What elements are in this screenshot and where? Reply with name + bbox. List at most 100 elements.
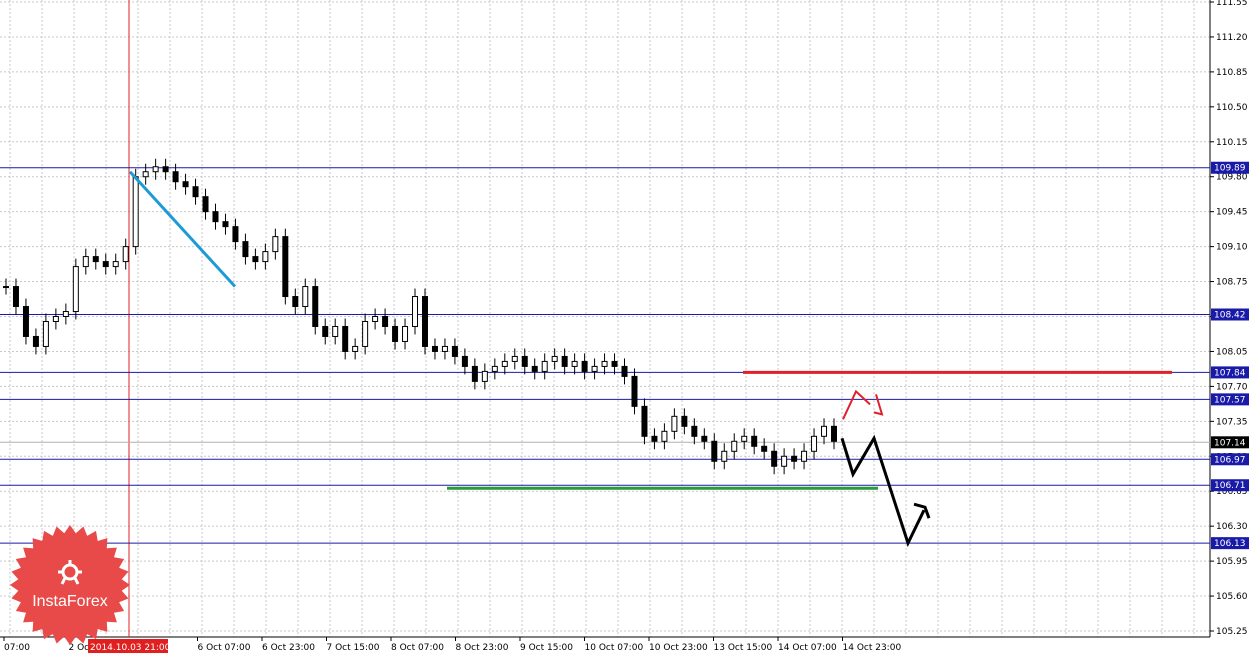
y-tick-label: 111.20: [1216, 33, 1248, 43]
candle-body: [332, 325, 339, 337]
candle-body: [651, 435, 658, 442]
logo-text: InstaForex: [32, 593, 108, 610]
candle-body: [342, 325, 349, 352]
candle-body: [132, 176, 139, 248]
candle-body: [172, 171, 179, 183]
candle-body: [362, 320, 369, 347]
y-tick-label: 106.30: [1216, 522, 1248, 532]
x-tick-label: 8 Oct 07:00: [391, 643, 444, 653]
candle-body: [591, 365, 598, 372]
candle-body: [302, 286, 309, 308]
candle-body: [312, 286, 319, 327]
candle-body: [182, 181, 189, 188]
candle-body: [541, 360, 548, 372]
candle-body: [3, 286, 9, 289]
candle-body: [232, 226, 239, 243]
level-label: 108.42: [1214, 311, 1246, 321]
candle-body: [62, 311, 69, 317]
candle-body: [202, 196, 209, 213]
candle-body: [42, 320, 49, 347]
cursor-label: 2014.10.03 21:00: [90, 643, 171, 653]
candle-body: [611, 360, 618, 367]
x-tick-label: 8 Oct 23:00: [456, 643, 509, 653]
candle-body: [511, 355, 518, 362]
level-label: 106.13: [1214, 539, 1246, 549]
chart-background: [0, 0, 1251, 656]
candle-body: [741, 435, 748, 442]
candle-body: [641, 405, 648, 437]
x-tick-label: 14 Oct 23:00: [843, 643, 902, 653]
candle-body: [711, 440, 718, 462]
level-label: 107.84: [1214, 368, 1246, 378]
candle-body: [491, 365, 498, 372]
candle-body: [222, 221, 229, 228]
y-tick-label: 109.80: [1216, 173, 1248, 183]
candle-body: [402, 325, 409, 342]
candle-body: [441, 345, 448, 352]
candle-body: [621, 365, 628, 377]
candle-body: [451, 345, 458, 357]
candle-body: [431, 345, 438, 352]
x-tick-label: 14 Oct 07:00: [778, 643, 837, 653]
candle-body: [471, 365, 478, 382]
candle-body: [751, 435, 758, 447]
candle-body: [731, 440, 738, 452]
candle-body: [82, 256, 89, 268]
y-tick-label: 108.75: [1216, 278, 1248, 288]
candle-body: [821, 425, 828, 437]
candle-body: [771, 450, 778, 467]
price-chart: 111.55 111.20 110.85 110.50 110.15 109.80 109.…: [0, 0, 1251, 656]
candle-body: [22, 306, 29, 337]
y-tick-label: 108.05: [1216, 347, 1248, 357]
candle-body: [681, 415, 688, 427]
candle-body: [392, 325, 399, 342]
candle-body: [372, 316, 379, 322]
candle-body: [242, 241, 249, 258]
x-tick-label: 13 Oct 15:00: [714, 643, 773, 653]
y-tick-label: 105.95: [1216, 557, 1248, 567]
candle-body: [461, 355, 468, 367]
y-tick-label: 109.10: [1216, 243, 1248, 253]
candle-body: [791, 455, 798, 462]
candle-body: [282, 236, 289, 298]
candle-body: [102, 261, 109, 268]
candle-body: [481, 370, 488, 382]
candle-body: [382, 316, 389, 327]
candle-body: [571, 360, 578, 367]
candle-body: [52, 316, 59, 322]
x-tick-label: 10 Oct 23:00: [649, 643, 708, 653]
candle-body: [142, 171, 149, 178]
y-tick-label: 105.60: [1216, 592, 1248, 602]
candle-body: [671, 415, 678, 432]
candle-body: [412, 296, 419, 327]
candle-body: [72, 266, 79, 313]
candle-body: [12, 286, 19, 308]
candle-body: [521, 355, 528, 367]
candle-body: [501, 360, 508, 367]
y-tick-label: 105.25: [1216, 627, 1248, 637]
candle-body: [561, 355, 568, 367]
candle-body: [721, 450, 728, 462]
y-tick-label: 107.35: [1216, 417, 1248, 427]
candle-body: [32, 335, 39, 347]
x-tick-label: 10 Oct 07:00: [585, 643, 644, 653]
candle-body: [421, 296, 428, 347]
y-tick-label: 110.85: [1216, 68, 1248, 78]
candle-body: [272, 236, 279, 253]
candle-body: [192, 186, 199, 198]
candle-body: [761, 445, 768, 452]
y-tick-label: 107.70: [1216, 382, 1248, 392]
level-label: 106.97: [1214, 455, 1246, 465]
y-tick-label: 110.50: [1216, 103, 1248, 113]
candle-body: [691, 425, 698, 437]
level-label: 106.71: [1214, 481, 1246, 491]
x-tick-label: 9 Oct 15:00: [520, 643, 573, 653]
x-tick-label: 6 Oct 23:00: [262, 643, 315, 653]
candle-body: [122, 246, 129, 263]
candle-body: [162, 166, 169, 173]
candle-body: [831, 425, 837, 442]
y-tick-label: 111.55: [1216, 0, 1248, 8]
level-label: 107.57: [1214, 395, 1246, 405]
y-tick-label: 110.15: [1216, 138, 1248, 148]
candle-body: [152, 166, 159, 173]
